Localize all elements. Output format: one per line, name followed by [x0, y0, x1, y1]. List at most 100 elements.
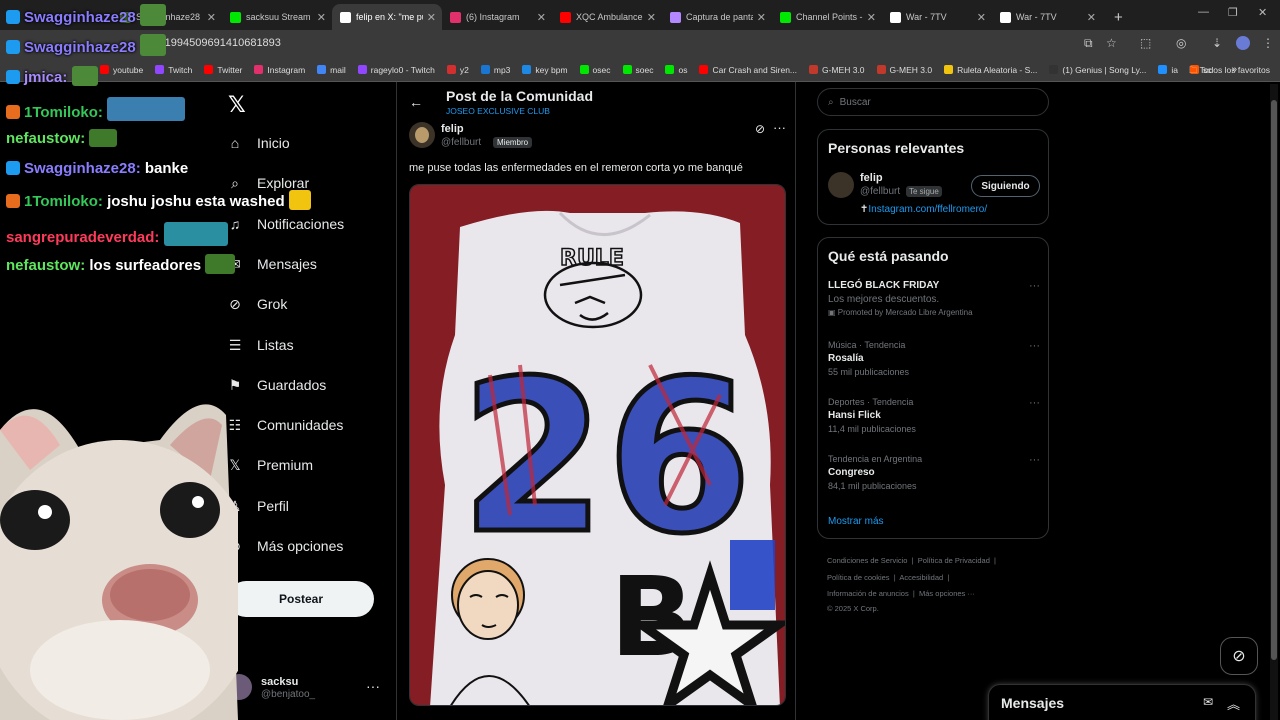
close-tab-icon[interactable]: ✕	[1087, 11, 1096, 24]
profile-avatar[interactable]	[1236, 36, 1250, 50]
avatar[interactable]	[828, 172, 854, 198]
grok-icon: ⊘	[1232, 648, 1246, 665]
bookmark[interactable]: (1) Genius | Song Ly...	[1049, 65, 1146, 75]
nav-item-label: Perfil	[257, 497, 289, 514]
more-icon[interactable]: ···	[1029, 454, 1040, 466]
footer-link[interactable]: Información de anuncios	[827, 589, 909, 598]
chat-badge-icon	[6, 70, 20, 84]
author-handle[interactable]: @fellburt	[441, 137, 481, 148]
bookmark-label: mail	[330, 64, 346, 75]
footer-link[interactable]: Política de cookies	[827, 573, 890, 582]
bookmark[interactable]: mp3	[480, 65, 510, 75]
more-icon[interactable]: ···	[1029, 280, 1040, 292]
trend-item[interactable]: LLEGÓ BLACK FRIDAY Los mejores descuentos…	[828, 280, 1040, 317]
trend-title: Rosalía	[828, 353, 864, 364]
footer-link[interactable]: Más opciones ···	[919, 589, 975, 598]
back-arrow-icon[interactable]: ←	[409, 94, 423, 110]
extensions-icon[interactable]: ⬚	[1140, 36, 1151, 50]
bookmark-favicon-icon	[1158, 65, 1168, 74]
browser-tab[interactable]: War - 7TV ✕	[992, 4, 1102, 30]
following-label: Siguiendo	[981, 180, 1030, 192]
browser-tab[interactable]: XQC Ambulance ✕	[552, 4, 662, 30]
profile-link[interactable]: ✝Instagram.com/ffellromero/	[860, 204, 987, 215]
scrollbar-thumb[interactable]	[1271, 100, 1277, 660]
bookmark[interactable]: ia	[1158, 65, 1178, 75]
post-image[interactable]: RULE 26 B	[409, 184, 786, 706]
bookmark[interactable]: soec	[622, 64, 654, 75]
footer-link[interactable]: Accesibilidad	[899, 573, 943, 582]
account-switcher[interactable]: sacksu @benjatoo_ ···	[226, 674, 386, 704]
messages-drawer[interactable]: Mensajes ✉ ︽	[988, 684, 1256, 720]
author-name[interactable]: felip	[441, 123, 464, 135]
trend-item[interactable]: Música · Tendencia Rosalía 55 mil publicac…	[828, 340, 1040, 377]
post-button[interactable]: Postear	[228, 581, 374, 617]
bookmark[interactable]: Ruleta Aleatoria - S...	[944, 65, 1037, 75]
relevant-handle[interactable]: @fellburt	[860, 186, 900, 197]
trend-count: 84,1 mil publicaciones	[828, 481, 917, 491]
bookmark-label: Ruleta Aleatoria - S...	[957, 64, 1038, 75]
footer-link[interactable]: Condiciones de Servicio	[827, 556, 907, 565]
bookmark[interactable]: Car Crash and Siren...	[699, 65, 797, 75]
menu-kebab-icon[interactable]: ⋮	[1262, 36, 1274, 50]
nav-item-guardados[interactable]: ⚑ Guardados	[226, 376, 327, 394]
bookmark[interactable]: os	[665, 65, 687, 75]
trend-item[interactable]: Deportes · Tendencia Hansi Flick 11,4 mil …	[828, 397, 1040, 434]
trend-title: Hansi Flick	[828, 410, 881, 421]
more-icon[interactable]: ···	[1029, 340, 1040, 352]
close-tab-icon[interactable]: ✕	[427, 11, 436, 24]
nav-item-grok[interactable]: ⊘ Grok	[226, 295, 287, 313]
downloads-icon[interactable]: ⇣	[1212, 36, 1222, 50]
close-tab-icon[interactable]: ✕	[537, 11, 546, 24]
nav-item-m-s-opciones[interactable]: ⊙Más opciones	[226, 537, 343, 555]
bookmark[interactable]: key bpm	[522, 65, 568, 75]
close-window-icon[interactable]: ✕	[1258, 6, 1267, 19]
restore-icon[interactable]: ❐	[1228, 6, 1238, 19]
bookmark[interactable]: G-MEH 3.0	[809, 65, 865, 75]
chat-emote-icon	[107, 97, 186, 121]
bookmark[interactable]: osec	[579, 65, 611, 75]
install-app-icon[interactable]: ⧉	[1084, 36, 1093, 51]
footer-link[interactable]: Política de Privacidad	[918, 556, 990, 565]
search-input[interactable]: ⌕ Buscar	[817, 88, 1049, 116]
new-tab-button[interactable]: +	[1114, 9, 1123, 26]
close-tab-icon[interactable]: ✕	[757, 11, 766, 24]
bookmark[interactable]: G-MEH 3.0	[876, 65, 932, 75]
nav-item-premium[interactable]: 𝕏Premium	[226, 456, 313, 474]
more-icon[interactable]: ···	[366, 678, 380, 694]
browser-tab[interactable]: Channel Points - I ✕	[772, 4, 882, 30]
browser-tab[interactable]: (6) Instagram ✕	[442, 4, 552, 30]
following-button[interactable]: Siguiendo	[971, 175, 1040, 197]
bookmark[interactable]: Instagram	[254, 65, 305, 75]
grok-floating-button[interactable]: ⊘	[1220, 637, 1258, 675]
browser-tab[interactable]: Captura de panta ✕	[662, 4, 772, 30]
trend-item[interactable]: Tendencia en Argentina Congreso 84,1 mil p…	[828, 454, 1040, 491]
close-tab-icon[interactable]: ✕	[867, 11, 876, 24]
bookmark[interactable]: mail	[317, 65, 346, 75]
show-more-link[interactable]: Mostrar más	[828, 516, 884, 527]
minimize-icon[interactable]: —	[1198, 6, 1209, 18]
tab-favicon-icon	[340, 11, 351, 23]
community-name[interactable]: JOSEO EXCLUSIVE CLUB	[446, 106, 550, 116]
nav-item-comunidades[interactable]: ☷Comunidades	[226, 416, 344, 434]
bookmark[interactable]: y2	[446, 65, 469, 75]
browser-tab[interactable]: felip en X: "me pu ✕	[332, 4, 442, 30]
browser-tab[interactable]: War - 7TV ✕	[882, 4, 992, 30]
more-icon[interactable]: ···	[773, 120, 786, 135]
compose-message-icon[interactable]: ✉	[1203, 695, 1213, 709]
bookmark[interactable]: rageylo0 - Twitch	[357, 65, 435, 75]
close-tab-icon[interactable]: ✕	[317, 11, 326, 24]
relevant-name[interactable]: felip	[860, 172, 883, 184]
close-tab-icon[interactable]: ✕	[647, 11, 656, 24]
author-avatar[interactable]	[409, 122, 435, 148]
media-icon[interactable]: ◎	[1176, 36, 1186, 50]
all-bookmarks-button[interactable]: 🗀 Todos los favoritos	[1189, 65, 1270, 79]
grok-icon[interactable]: ⊘	[755, 122, 765, 136]
bookmark-label: soec	[635, 64, 654, 75]
close-tab-icon[interactable]: ✕	[977, 11, 986, 24]
nav-item-listas[interactable]: ☰ Listas	[226, 336, 294, 354]
chat-message: Swagginhaze28	[6, 4, 166, 26]
star-icon[interactable]: ☆	[1106, 36, 1117, 50]
bookmark-favicon-icon	[446, 65, 456, 74]
expand-icon[interactable]: ︽	[1227, 694, 1240, 713]
more-icon[interactable]: ···	[1029, 397, 1040, 409]
